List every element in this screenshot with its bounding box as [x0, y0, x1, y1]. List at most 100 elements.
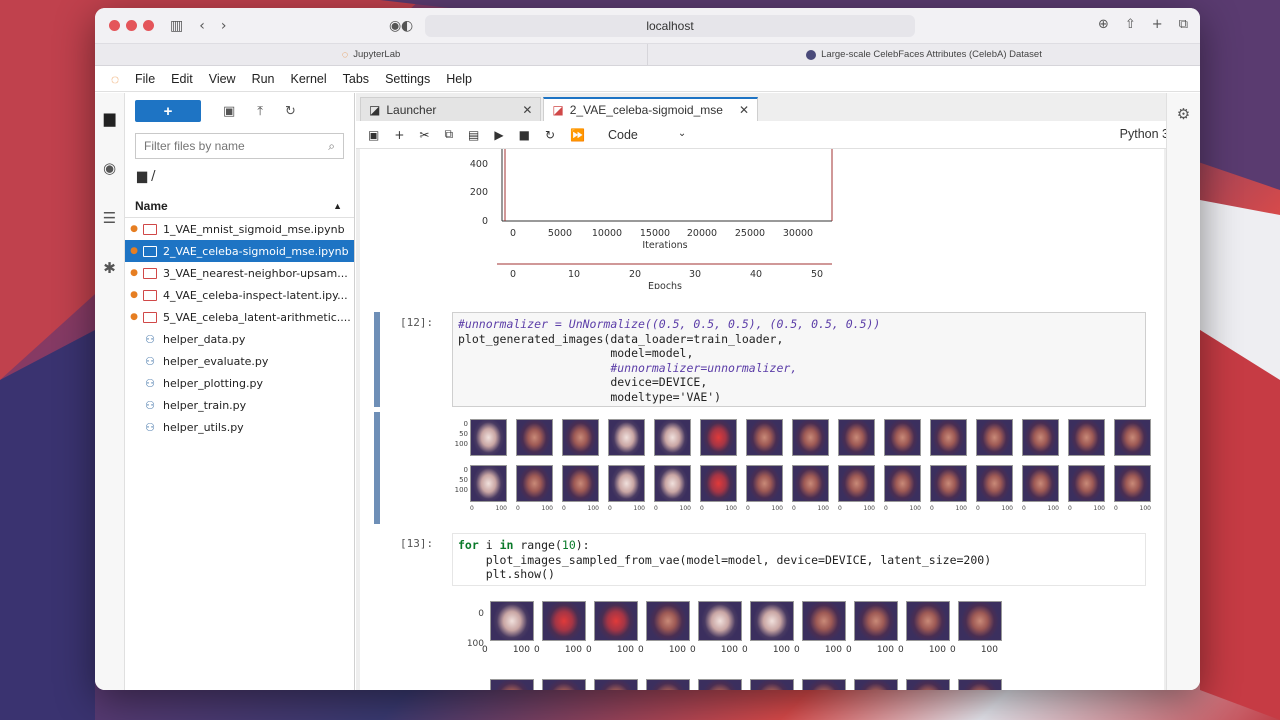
file-item[interactable]: ⚇ helper_plotting.py	[125, 372, 354, 394]
file-item[interactable]: ● 4_VAE_celeba-inspect-latent.ipy...	[125, 284, 354, 306]
tab-launcher[interactable]: ◪ Launcher ✕	[360, 97, 542, 121]
code-editor[interactable]: for i in range(10): plot_images_sampled_…	[452, 533, 1146, 586]
tick-label: 100	[564, 645, 582, 655]
column-name-label: Name	[135, 198, 168, 213]
tick-label: 100	[633, 505, 645, 512]
file-name: helper_plotting.py	[163, 376, 263, 390]
commands-icon[interactable]: ☰	[95, 193, 124, 243]
tick-label: 50	[459, 430, 468, 438]
stop-icon[interactable]: ■	[519, 128, 530, 142]
download-icon[interactable]: ⊕	[1098, 17, 1109, 32]
extensions-icon[interactable]: ✱	[95, 243, 124, 293]
file-item[interactable]: ⚇ helper_data.py	[125, 328, 354, 350]
face-image	[976, 419, 1013, 456]
cell-collapser[interactable]	[374, 312, 380, 407]
code-line: plt.show()	[458, 567, 555, 581]
breadcrumb[interactable]: ▆ /	[137, 169, 354, 184]
menu-settings[interactable]: Settings	[385, 72, 430, 86]
tick-label: 0	[1114, 505, 1118, 512]
file-name: 1_VAE_mnist_sigmoid_mse.ipynb	[163, 222, 345, 236]
close-tab-icon[interactable]: ✕	[522, 103, 532, 117]
menu-kernel[interactable]: Kernel	[291, 72, 327, 86]
face-image	[930, 419, 967, 456]
x-tick-pair: 0 100	[792, 505, 838, 512]
zoom-window-button[interactable]	[143, 20, 154, 31]
menu-file[interactable]: File	[135, 72, 155, 86]
tick-label: 0	[463, 466, 468, 474]
folder-icon[interactable]: ▆	[95, 93, 124, 143]
file-list: ● 1_VAE_mnist_sigmoid_mse.ipynb ● 2_VAE_cel…	[125, 218, 354, 438]
face-image	[838, 419, 875, 456]
face-image	[802, 601, 846, 641]
tab-overview-icon[interactable]: ⧉	[1179, 17, 1188, 32]
code-editor[interactable]: #unnormalizer = UnNormalize((0.5, 0.5, 0…	[452, 312, 1146, 407]
code-cell[interactable]: [13]: for i in range(10): plot_images_sa…	[374, 533, 1164, 690]
tick-label: 0	[608, 505, 612, 512]
minimize-window-button[interactable]	[126, 20, 137, 31]
face-image	[654, 419, 691, 456]
upload-icon[interactable]: ⤒	[257, 104, 263, 119]
back-icon[interactable]: ‹	[199, 18, 205, 34]
face-image	[854, 679, 898, 690]
tick-label: 100	[679, 505, 691, 512]
face-image	[542, 679, 586, 690]
save-icon[interactable]: ▣	[368, 128, 379, 142]
tick-label: 0	[470, 505, 474, 512]
output-collapser[interactable]	[374, 412, 380, 524]
menu-run[interactable]: Run	[252, 72, 275, 86]
run-icon[interactable]: ▶	[494, 128, 503, 142]
tick-label: 0	[586, 645, 592, 655]
running-icon[interactable]: ◉	[95, 143, 124, 193]
browser-tab-jupyterlab[interactable]: ◌ JupyterLab	[95, 44, 647, 65]
property-inspector-gear-icon[interactable]: ⚙	[1167, 105, 1200, 123]
share-icon[interactable]: ⇧	[1125, 17, 1136, 32]
face-image	[698, 601, 742, 641]
address-bar[interactable]: localhost	[425, 15, 915, 37]
file-item[interactable]: ⚇ helper_train.py	[125, 394, 354, 416]
original-images-row	[470, 419, 1160, 456]
file-item[interactable]: ● 5_VAE_celeba_latent-arithmetic....	[125, 306, 354, 328]
running-indicator-icon: ●	[130, 246, 138, 256]
close-tab-icon[interactable]: ✕	[739, 103, 749, 117]
menu-view[interactable]: View	[209, 72, 236, 86]
insert-cell-icon[interactable]: +	[394, 128, 404, 142]
menu-tabs[interactable]: Tabs	[343, 72, 369, 86]
tick-label: 50	[459, 476, 468, 484]
cell-type-select[interactable]: Code ⌄	[608, 128, 686, 142]
face-image	[700, 465, 737, 502]
paste-icon[interactable]: ▤	[468, 128, 479, 142]
filter-files-input[interactable]: Filter files by name ⌕	[135, 133, 344, 159]
code-cell[interactable]: [12]: #unnormalizer = UnNormalize((0.5, …	[374, 312, 1164, 527]
breadcrumb-root[interactable]: /	[151, 169, 155, 184]
refresh-icon[interactable]: ↻	[285, 104, 296, 119]
new-folder-icon[interactable]: ▣	[223, 104, 235, 119]
file-item[interactable]: ⚇ helper_utils.py	[125, 416, 354, 438]
file-item[interactable]: ● 3_VAE_nearest-neighbor-upsam...	[125, 262, 354, 284]
shield-icon[interactable]: ◐	[401, 18, 413, 34]
privacy-icon[interactable]: ◉	[389, 18, 401, 34]
tab-notebook[interactable]: ◪ 2_VAE_celeba-sigmoid_mse ✕	[543, 97, 759, 121]
forward-icon[interactable]: ›	[221, 18, 227, 34]
close-window-button[interactable]	[109, 20, 120, 31]
x-tick-pair: 0 100	[700, 505, 746, 512]
x-tick-pair: 0 100	[930, 505, 976, 512]
tick-label: 0	[700, 505, 704, 512]
file-item[interactable]: ● 2_VAE_celeba-sigmoid_mse.ipynb	[125, 240, 354, 262]
column-header-name[interactable]: Name ▲	[125, 194, 354, 218]
tick-label: 100	[876, 645, 894, 655]
face-image	[1022, 465, 1059, 502]
new-tab-icon[interactable]: +	[1152, 17, 1163, 32]
menu-help[interactable]: Help	[446, 72, 472, 86]
new-launcher-button[interactable]: +	[135, 100, 201, 122]
face-image	[594, 601, 638, 641]
copy-icon[interactable]: ⧉	[444, 127, 453, 142]
cut-icon[interactable]: ✂	[419, 128, 429, 142]
restart-icon[interactable]: ↻	[545, 128, 555, 142]
file-item[interactable]: ● 1_VAE_mnist_sigmoid_mse.ipynb	[125, 218, 354, 240]
tick-label: 0	[846, 645, 852, 655]
run-all-icon[interactable]: ⏩	[570, 128, 585, 142]
menu-edit[interactable]: Edit	[171, 72, 193, 86]
sidebar-toggle-icon[interactable]: ▥	[170, 18, 183, 34]
file-item[interactable]: ⚇ helper_evaluate.py	[125, 350, 354, 372]
browser-tab-celeba[interactable]: Large-scale CelebFaces Attributes (Celeb…	[647, 44, 1200, 65]
